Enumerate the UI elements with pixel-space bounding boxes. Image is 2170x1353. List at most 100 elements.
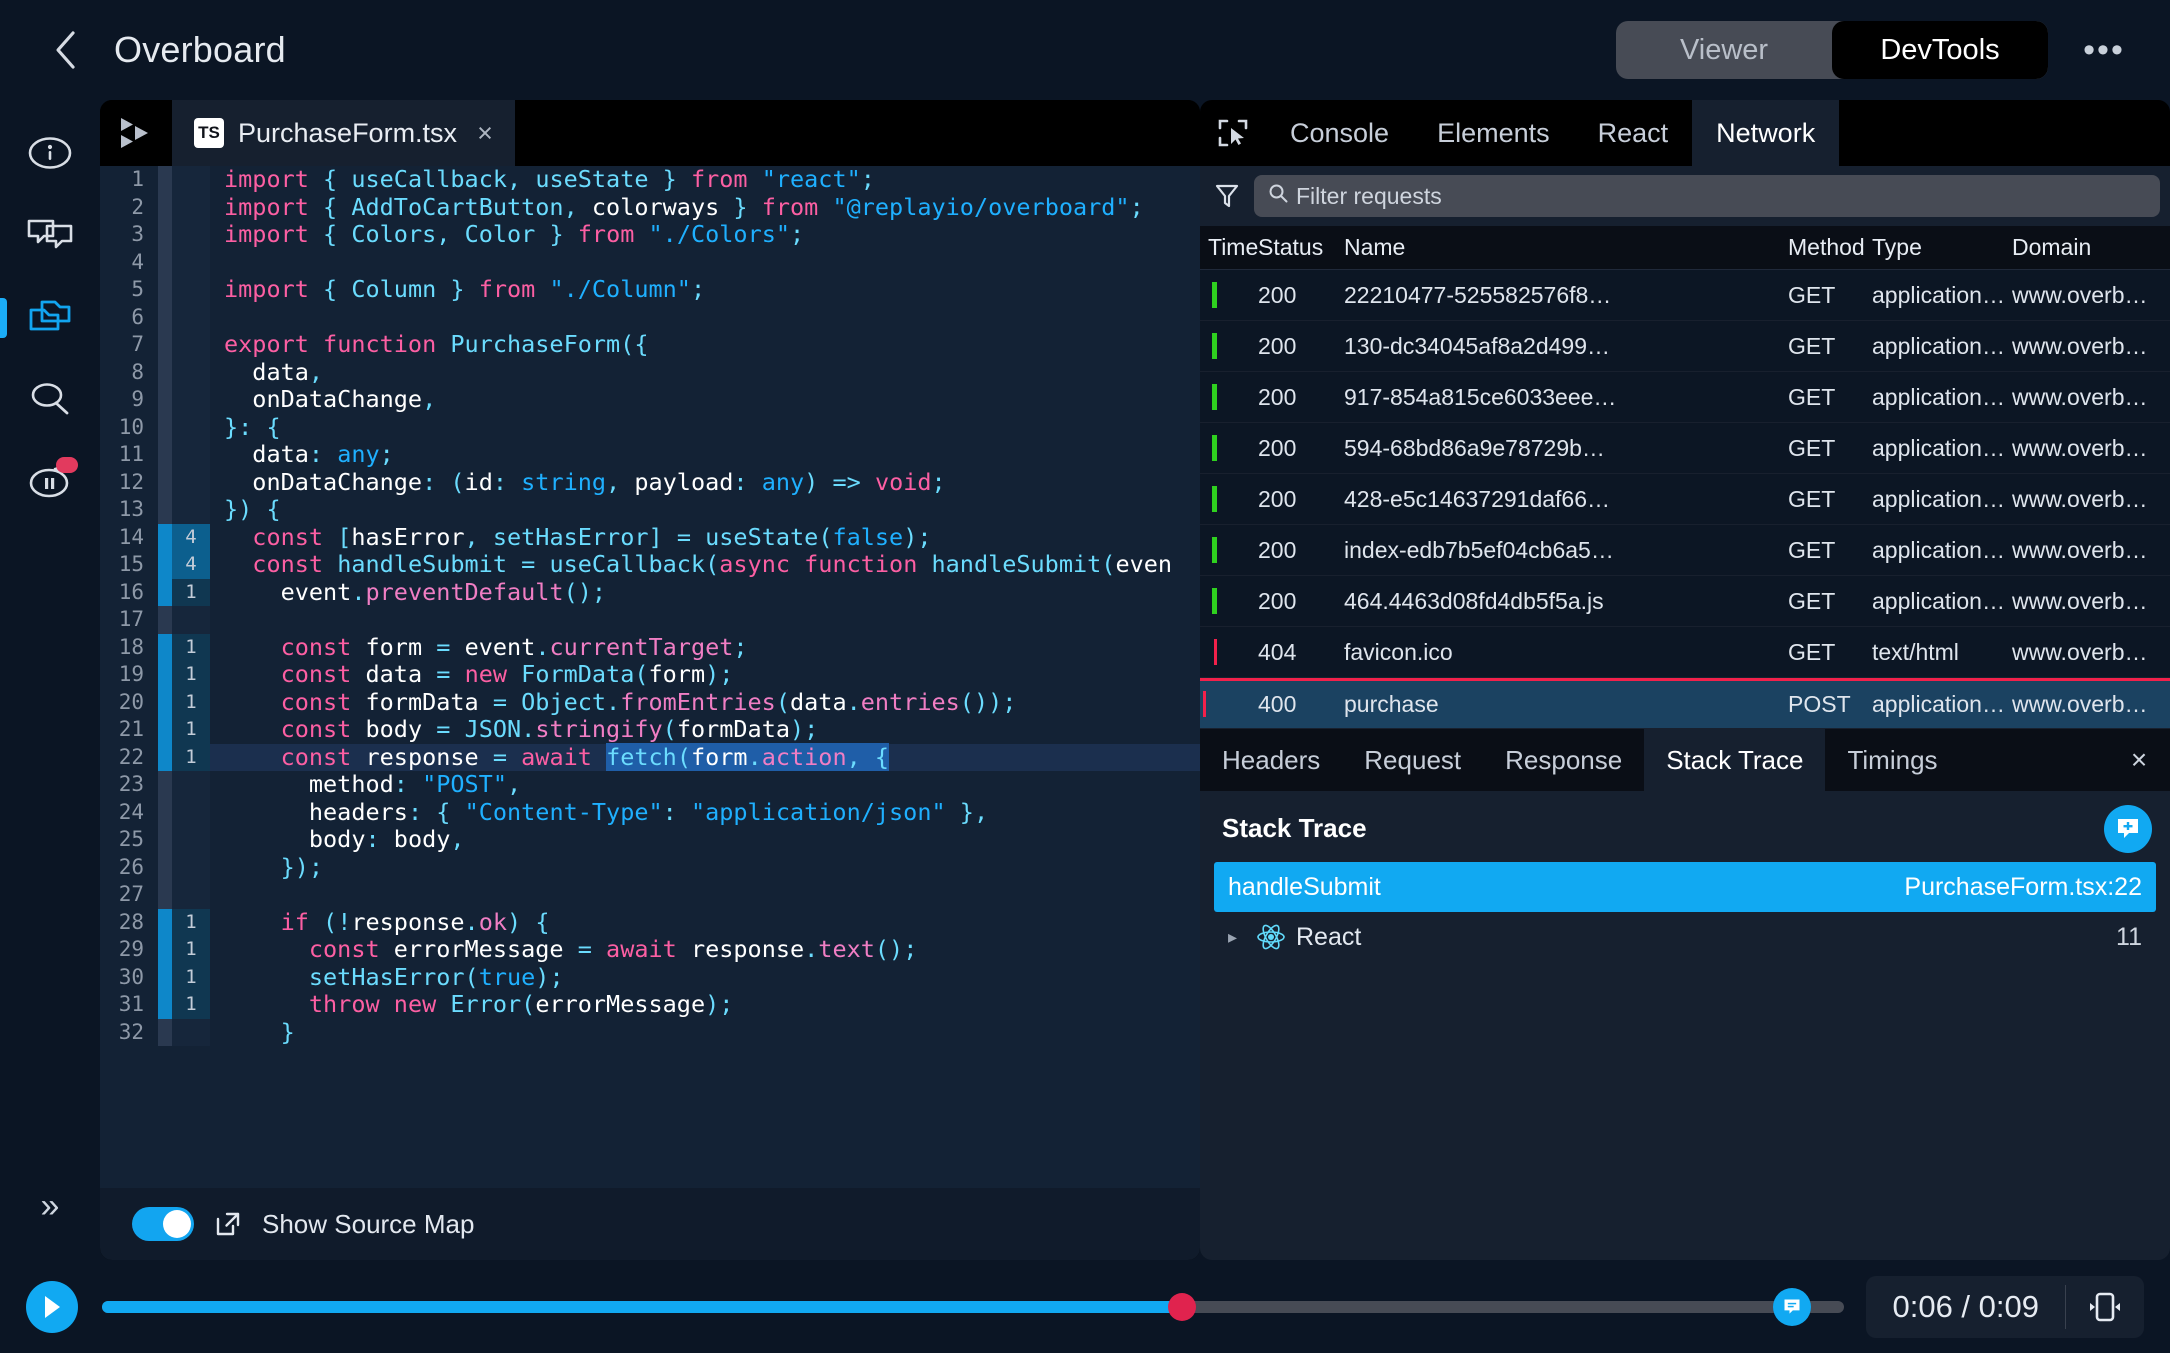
replay-logo-button[interactable]: [100, 100, 172, 166]
show-source-map-toggle[interactable]: [132, 1207, 194, 1241]
hit-indicator[interactable]: [158, 248, 172, 276]
code-line[interactable]: 20 1 const formData = Object.fromEntries(…: [100, 688, 1200, 716]
code-line[interactable]: 17: [100, 606, 1200, 634]
code-line[interactable]: 6: [100, 303, 1200, 331]
code-viewer[interactable]: 1 import { useCallback, useState } from "…: [100, 166, 1200, 1188]
tab-request[interactable]: Request: [1342, 729, 1483, 791]
code-line[interactable]: 28 1 if (!response.ok) {: [100, 908, 1200, 936]
table-row[interactable]: 200 428-e5c14637291daf66… GET application… w…: [1200, 474, 2170, 525]
code-line[interactable]: 5 import { Column } from "./Column";: [100, 275, 1200, 304]
code-line[interactable]: 12 onDataChange: (id: string, payload: a…: [100, 468, 1200, 496]
table-row[interactable]: 404 favicon.ico GET text/html www.overb…: [1200, 627, 2170, 678]
code-line[interactable]: 24 headers: { "Content-Type": "applicati…: [100, 798, 1200, 826]
tab-devtools[interactable]: DevTools: [1832, 21, 2048, 79]
code-line[interactable]: 21 1 const body = JSON.stringify(formData…: [100, 715, 1200, 744]
tab-network[interactable]: Network: [1692, 100, 1840, 166]
hit-indicator[interactable]: [158, 551, 172, 579]
table-row[interactable]: 200 464.4463d08fd4db5f5a.js GET application…: [1200, 576, 2170, 627]
code-line[interactable]: 8 data,: [100, 358, 1200, 386]
stack-frame-row[interactable]: ▸ React 11: [1214, 912, 2156, 962]
hit-indicator[interactable]: [158, 221, 172, 249]
hit-indicator[interactable]: [158, 853, 172, 881]
sidebar-item-pause-replay[interactable]: [0, 440, 100, 522]
tab-elements[interactable]: Elements: [1413, 100, 1574, 166]
hit-indicator[interactable]: [158, 688, 172, 716]
close-icon[interactable]: ×: [477, 118, 493, 149]
hit-indicator[interactable]: [158, 936, 172, 964]
hit-indicator[interactable]: [158, 826, 172, 854]
play-button[interactable]: [26, 1280, 78, 1333]
code-line[interactable]: 7 export function PurchaseForm({: [100, 330, 1200, 359]
hit-indicator[interactable]: [158, 881, 172, 909]
tab-stack-trace[interactable]: Stack Trace: [1644, 729, 1826, 791]
code-line[interactable]: 18 1 const form = event.currentTarget;: [100, 633, 1200, 661]
code-line[interactable]: 4: [100, 248, 1200, 276]
timeline-comment-marker[interactable]: [1773, 1287, 1812, 1326]
hit-indicator[interactable]: [158, 963, 172, 991]
close-detail-icon[interactable]: ×: [2108, 729, 2170, 791]
tab-console[interactable]: Console: [1266, 100, 1413, 166]
code-line[interactable]: 1 import { useCallback, useState } from "…: [100, 166, 1200, 194]
column-header-status[interactable]: Status: [1258, 234, 1344, 261]
hit-indicator[interactable]: [158, 771, 172, 799]
hit-indicator[interactable]: [158, 193, 172, 221]
table-row[interactable]: 400 purchase POST application… www.overb…: [1200, 678, 2170, 729]
filter-requests-input[interactable]: Filter requests: [1254, 175, 2160, 217]
code-line[interactable]: 16 1 event.preventDefault();: [100, 578, 1200, 606]
hit-indicator[interactable]: [158, 606, 172, 634]
column-header-method[interactable]: Method: [1788, 234, 1872, 261]
hit-indicator[interactable]: [158, 908, 172, 936]
tab-react[interactable]: React: [1574, 100, 1693, 166]
table-row[interactable]: 200 22210477-525582576f8… GET application… w…: [1200, 270, 2170, 321]
table-row[interactable]: 200 917-854a815ce6033eee… GET application… w…: [1200, 372, 2170, 423]
hit-indicator[interactable]: [158, 578, 172, 606]
code-line[interactable]: 13}) {: [100, 495, 1200, 524]
tab-response[interactable]: Response: [1483, 729, 1644, 791]
tab-headers[interactable]: Headers: [1200, 729, 1342, 791]
sidebar-item-search[interactable]: [0, 358, 100, 440]
code-line[interactable]: 32 }: [100, 1018, 1200, 1046]
hit-indicator[interactable]: [158, 303, 172, 331]
toggle-viewport-button[interactable]: [2066, 1289, 2144, 1325]
timeline-handle[interactable]: [1168, 1292, 1197, 1321]
code-line[interactable]: 29 1 const errorMessage = await response.…: [100, 935, 1200, 964]
editor-tab-purchaseform[interactable]: TS PurchaseForm.tsx ×: [172, 100, 515, 166]
hit-indicator[interactable]: [158, 386, 172, 414]
hit-indicator[interactable]: [158, 991, 172, 1019]
code-line[interactable]: 26 });: [100, 853, 1200, 881]
code-line[interactable]: 10}: {: [100, 413, 1200, 441]
tab-timings[interactable]: Timings: [1825, 729, 1959, 791]
sidebar-item-files[interactable]: [0, 276, 100, 358]
add-comment-button[interactable]: [2104, 805, 2152, 853]
tab-viewer[interactable]: Viewer: [1616, 21, 1832, 79]
column-header-name[interactable]: Name: [1344, 234, 1788, 261]
hit-indicator[interactable]: [158, 633, 172, 661]
hit-indicator[interactable]: [158, 523, 172, 551]
element-picker-button[interactable]: [1200, 100, 1266, 166]
code-line[interactable]: 14 4 const [hasError, setHasError] = useS…: [100, 523, 1200, 551]
code-line[interactable]: 31 1 throw new Error(errorMessage);: [100, 990, 1200, 1019]
code-line[interactable]: 25 body: body,: [100, 825, 1200, 854]
code-line[interactable]: 15 4 const handleSubmit = useCallback(asy…: [100, 550, 1200, 579]
code-line[interactable]: 27: [100, 881, 1200, 909]
timeline-scrubber[interactable]: [102, 1287, 1845, 1326]
hit-indicator[interactable]: [158, 166, 172, 194]
table-row[interactable]: 200 130-dc34045af8a2d499… GET application… w…: [1200, 321, 2170, 372]
hit-indicator[interactable]: [158, 496, 172, 524]
code-line[interactable]: 23 method: "POST",: [100, 770, 1200, 799]
hit-indicator[interactable]: [158, 358, 172, 386]
funnel-icon[interactable]: [1214, 183, 1240, 209]
hit-indicator[interactable]: [158, 716, 172, 744]
expand-sidebar-button[interactable]: »: [0, 1176, 100, 1236]
column-header-time[interactable]: Time: [1200, 234, 1258, 261]
hit-indicator[interactable]: [158, 661, 172, 689]
sidebar-item-info[interactable]: [0, 112, 100, 194]
code-line[interactable]: 2 import { AddToCartButton, colorways } f…: [100, 193, 1200, 221]
column-header-domain[interactable]: Domain: [2012, 234, 2170, 261]
chevron-right-icon[interactable]: ▸: [1228, 927, 1246, 948]
sidebar-item-comments[interactable]: [0, 194, 100, 276]
hit-indicator[interactable]: [158, 331, 172, 359]
hit-indicator[interactable]: [158, 1018, 172, 1046]
hit-indicator[interactable]: [158, 743, 172, 771]
table-row[interactable]: 200 index-edb7b5ef04cb6a5… GET application……: [1200, 525, 2170, 576]
